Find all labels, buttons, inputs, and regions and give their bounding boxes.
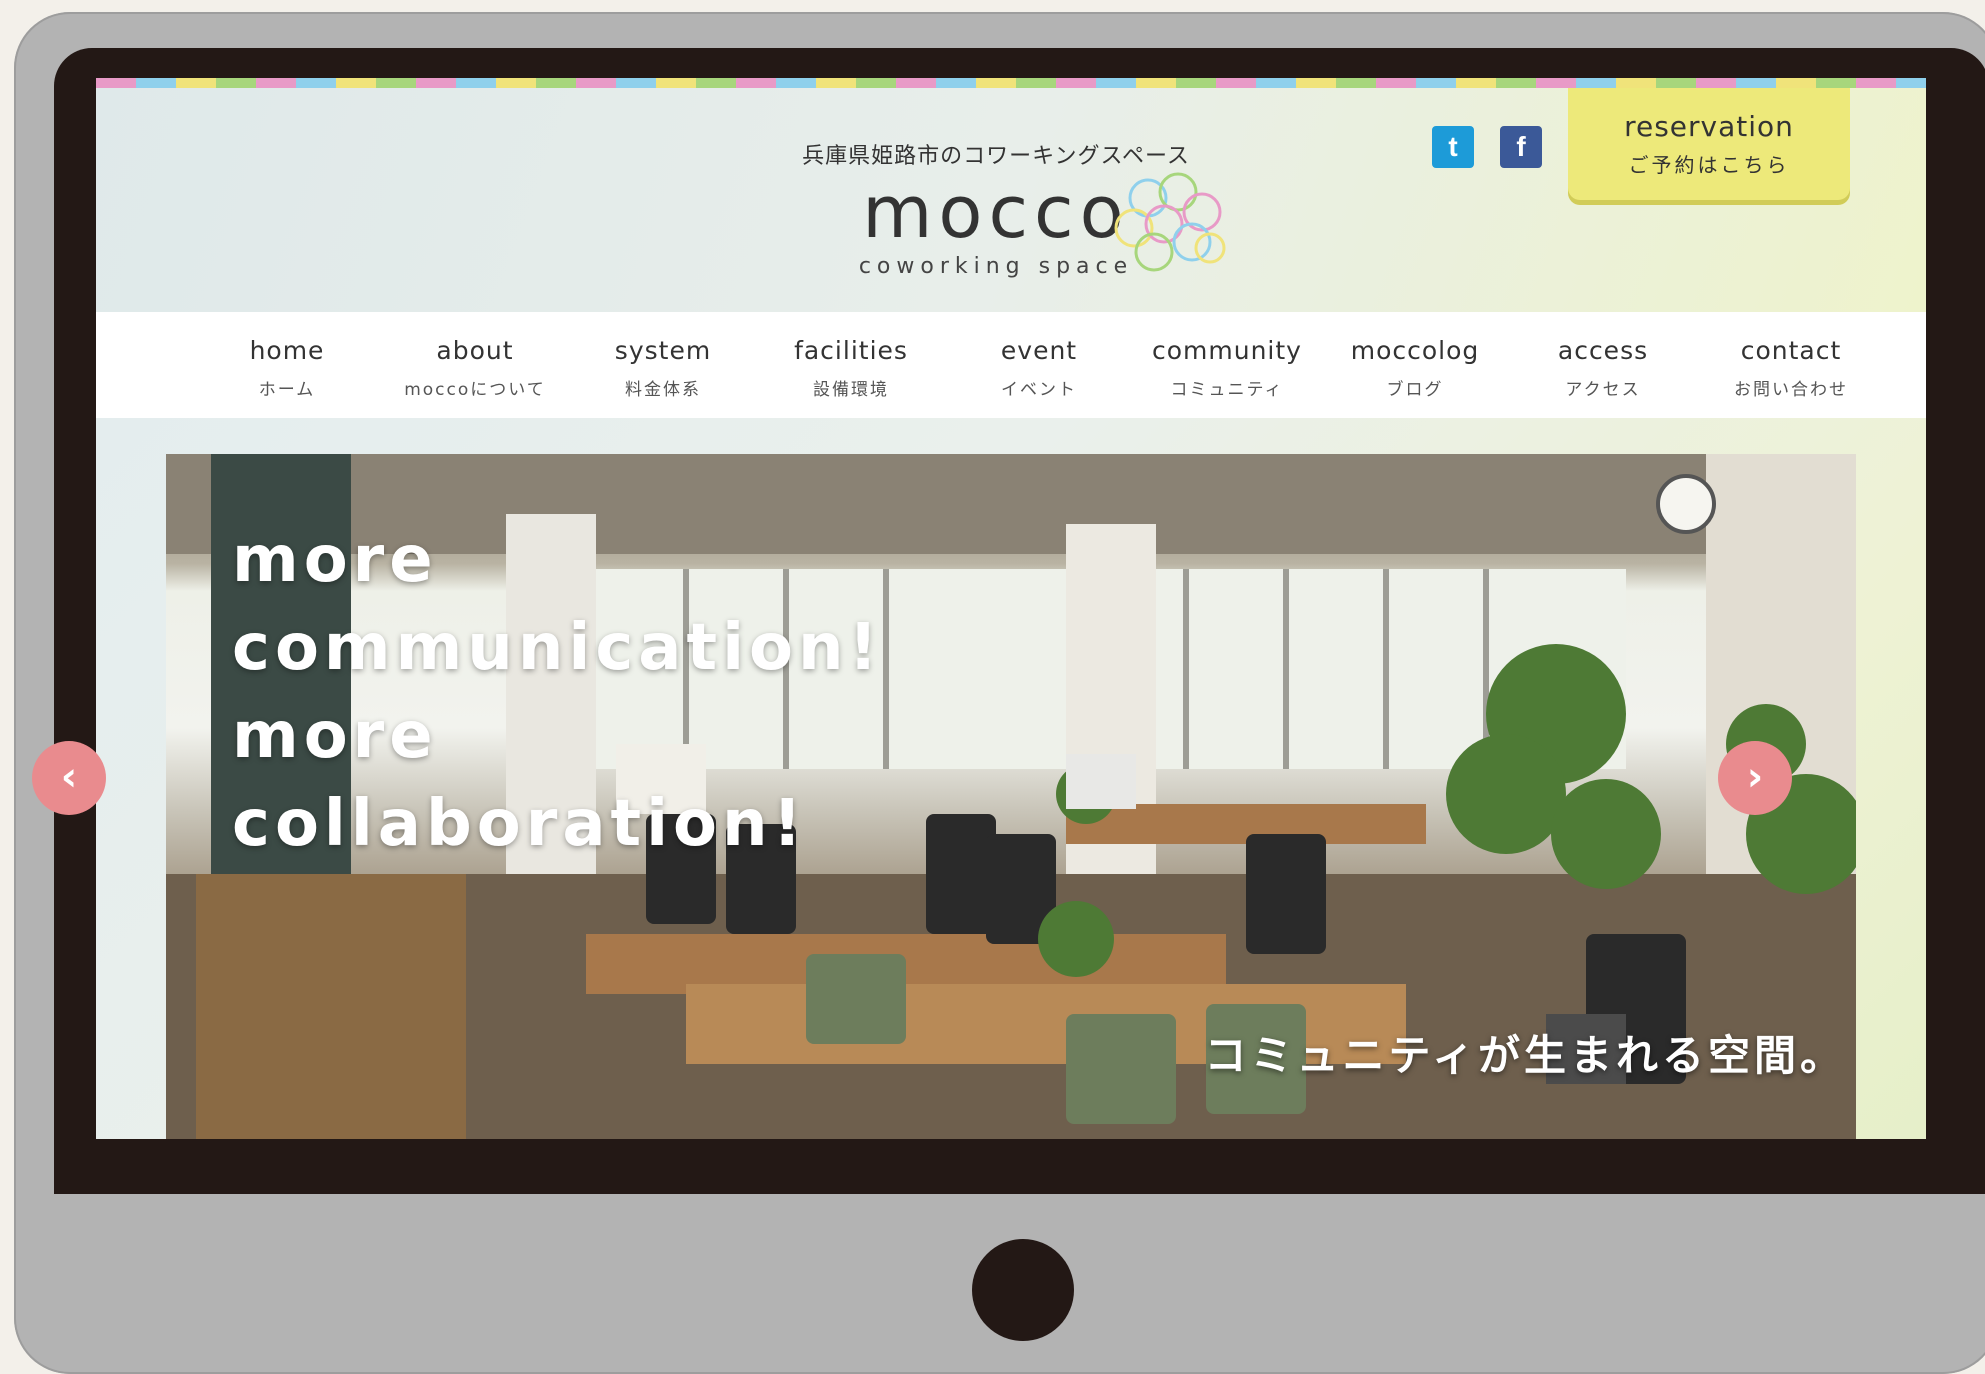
nav-item-system[interactable]: system 料金体系 <box>569 312 757 418</box>
nav-item-home[interactable]: home ホーム <box>193 312 381 418</box>
nav-sublabel: コミュニティ <box>1170 380 1284 400</box>
slider-prev-arrow-icon[interactable]: ‹ <box>32 741 106 815</box>
reservation-button[interactable]: reservation ご予約はこちら <box>1568 88 1850 200</box>
slider-next-arrow-icon[interactable]: › <box>1718 741 1792 815</box>
monitor-button <box>972 1239 1074 1341</box>
nav-item-contact[interactable]: contact お問い合わせ <box>1697 312 1885 418</box>
nav-sublabel: アクセス <box>1565 380 1641 400</box>
nav-sublabel: ホーム <box>258 380 316 400</box>
nav-item-event[interactable]: event イベント <box>945 312 1133 418</box>
nav-label: facilities <box>794 336 908 365</box>
nav-item-about[interactable]: about moccoについて <box>381 312 569 418</box>
twitter-icon[interactable]: t <box>1432 126 1474 168</box>
nav-label: home <box>249 336 325 365</box>
site-header: 兵庫県姫路市のコワーキングスペース mocco coworking space … <box>96 88 1926 312</box>
hero-caption: コミュニティが生まれる空間。 <box>1204 1031 1846 1080</box>
nav-sublabel: ブログ <box>1386 380 1444 400</box>
nav-label: event <box>1000 336 1078 365</box>
nav-label: system <box>614 336 712 365</box>
nav-item-moccolog[interactable]: moccolog ブログ <box>1321 312 1509 418</box>
nav-label: access <box>1557 336 1649 365</box>
flower-logo-icon <box>1114 172 1226 272</box>
nav-sublabel: moccoについて <box>404 380 546 400</box>
nav-label: moccolog <box>1350 336 1480 365</box>
nav-item-community[interactable]: community コミュニティ <box>1133 312 1321 418</box>
website-screen: 兵庫県姫路市のコワーキングスペース mocco coworking space … <box>96 78 1926 1139</box>
hero-heading-line: collaboration! <box>232 787 807 861</box>
decorative-stripe <box>96 78 1926 88</box>
hero-heading-line: more <box>232 699 438 773</box>
nav-item-facilities[interactable]: facilities 設備環境 <box>757 312 945 418</box>
hero-heading: more communication! more collaboration! <box>232 516 992 868</box>
nav-label: community <box>1152 336 1302 365</box>
nav-sublabel: イベント <box>1001 380 1077 400</box>
hero-heading-line: more <box>232 523 438 597</box>
main-nav: home ホーム about moccoについて system 料金体系 fac… <box>96 312 1926 418</box>
hero-slider: more communication! more collaboration! … <box>166 454 1856 1139</box>
nav-sublabel: 設備環境 <box>813 380 889 400</box>
nav-label: contact <box>1740 336 1842 365</box>
nav-sublabel: お問い合わせ <box>1734 380 1848 400</box>
facebook-icon[interactable]: f <box>1500 126 1542 168</box>
reservation-label: reservation <box>1624 110 1794 143</box>
nav-item-access[interactable]: access アクセス <box>1509 312 1697 418</box>
site-tagline: 兵庫県姫路市のコワーキングスペース <box>802 144 1190 169</box>
nav-sublabel: 料金体系 <box>625 380 701 400</box>
hero-heading-line: communication! <box>232 611 883 685</box>
nav-label: about <box>436 336 514 365</box>
reservation-sublabel: ご予約はこちら <box>1628 153 1790 177</box>
